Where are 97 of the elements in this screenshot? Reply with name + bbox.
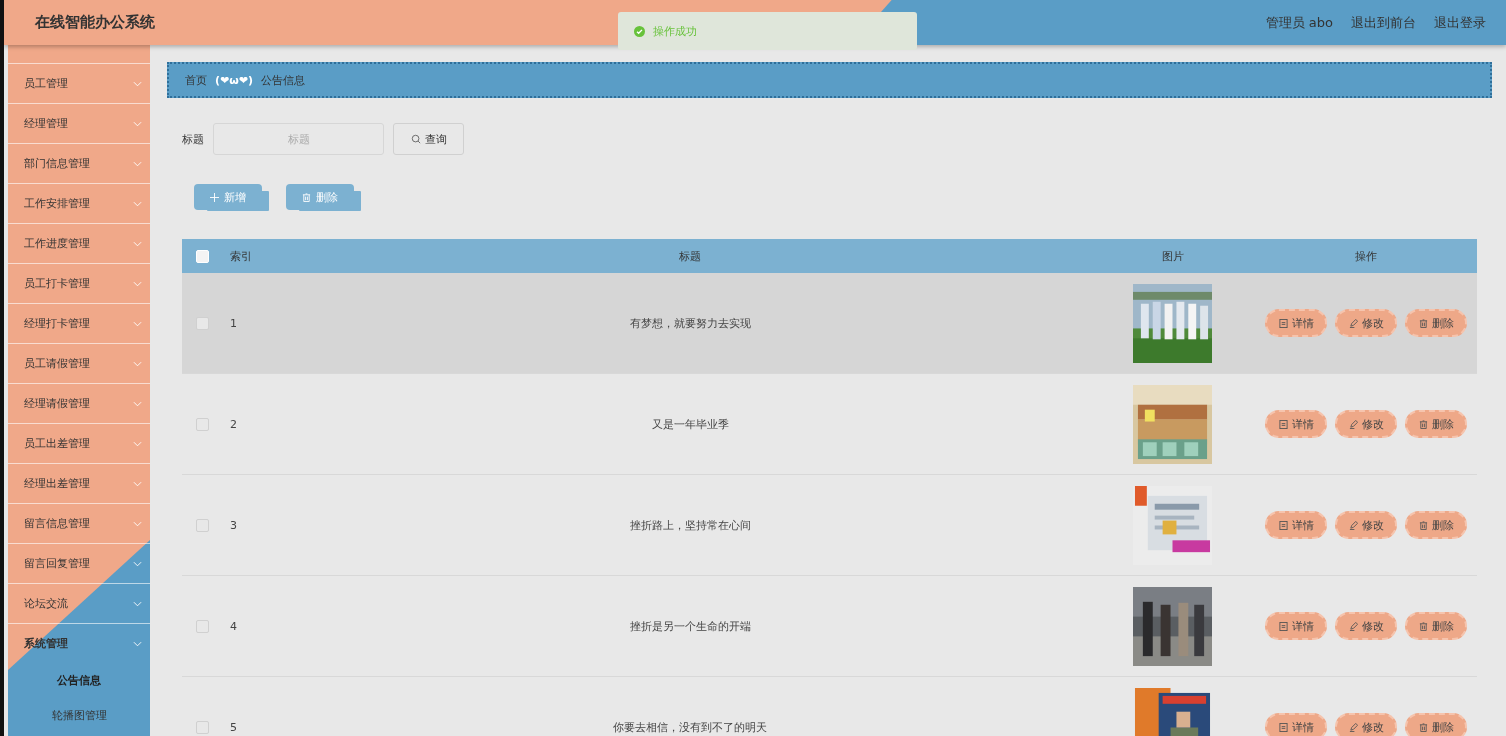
pencil-icon xyxy=(1348,520,1358,530)
chevron-icon xyxy=(133,200,142,207)
app-title: 在线智能办公系统 xyxy=(35,13,155,32)
document-icon xyxy=(1278,520,1288,530)
trash-icon xyxy=(1418,722,1428,732)
trash-icon xyxy=(1418,419,1428,429)
column-header: 图片 xyxy=(1160,248,1185,264)
sidebar-menu-item[interactable]: 系统管理 xyxy=(8,623,150,663)
delete-button[interactable]: 删除 xyxy=(1405,713,1467,736)
trash-icon xyxy=(1418,520,1428,530)
index-cell: 5 xyxy=(230,720,237,734)
title-cell: 又是一年毕业季 xyxy=(651,417,729,431)
breadcrumb-link[interactable]: 首页 xyxy=(185,72,207,88)
sidebar-menu-item[interactable]: 员工出差管理 xyxy=(8,423,150,463)
index-cell: 2 xyxy=(230,417,237,431)
pencil-icon xyxy=(1348,318,1358,328)
delete-button[interactable]: 删除 xyxy=(1405,410,1467,438)
header-link[interactable]: 退出登录 xyxy=(1434,13,1486,32)
search-icon xyxy=(410,134,421,144)
sidebar-menu-item[interactable]: 员工请假管理 xyxy=(8,343,150,383)
chevron-icon xyxy=(133,480,142,487)
chevron-icon xyxy=(133,560,142,567)
chevron-icon xyxy=(133,120,142,127)
index-cell: 4 xyxy=(230,619,237,633)
user-label: 管理员 abo xyxy=(1265,13,1333,32)
row-checkbox[interactable] xyxy=(195,619,209,633)
sidebar-menu-item[interactable]: 经理打卡管理 xyxy=(8,303,150,343)
success-icon xyxy=(634,25,645,37)
trash-icon xyxy=(1418,318,1428,328)
search-label: 标题 xyxy=(182,131,204,147)
edit-button[interactable]: 修改 xyxy=(1335,713,1397,736)
chevron-icon xyxy=(133,80,142,87)
pencil-icon xyxy=(1348,722,1358,732)
sidebar-menu-item[interactable]: 经理管理 xyxy=(8,103,150,143)
chevron-icon xyxy=(133,280,142,287)
submenu-item[interactable]: 公告信息 xyxy=(8,663,150,698)
sidebar-menu-item[interactable]: 员工打卡管理 xyxy=(8,263,150,303)
delete-button[interactable]: 删除 xyxy=(1405,309,1467,337)
row-checkbox[interactable] xyxy=(195,417,209,431)
chevron-icon xyxy=(133,320,142,327)
row-checkbox[interactable] xyxy=(195,720,209,734)
column-header: 索引 xyxy=(229,248,253,264)
chevron-icon xyxy=(133,360,142,367)
sidebar-menu-item[interactable]: 工作进度管理 xyxy=(8,223,150,263)
index-cell: 3 xyxy=(230,518,237,532)
sidebar-menu-item[interactable]: 部门信息管理 xyxy=(8,143,150,183)
detail-button[interactable]: 详情 xyxy=(1265,612,1327,640)
pencil-icon xyxy=(1348,621,1358,631)
search-button[interactable]: 查询 xyxy=(393,123,464,155)
sidebar-menu-item[interactable]: 留言信息管理 xyxy=(8,503,150,543)
chevron-icon xyxy=(133,520,142,527)
chevron-icon xyxy=(133,400,142,407)
column-header: 标题 xyxy=(678,248,702,264)
document-icon xyxy=(1278,419,1288,429)
document-icon xyxy=(1278,621,1288,631)
title-cell: 你要去相信，没有到不了的明天 xyxy=(613,720,767,734)
sidebar-menu-item[interactable]: 留言回复管理 xyxy=(8,543,150,583)
chevron-icon xyxy=(133,240,142,247)
sidebar-menu-item[interactable]: 经理请假管理 xyxy=(8,383,150,423)
title-cell: 有梦想，就要努力去实现 xyxy=(629,316,751,330)
breadcrumb-separator: (❤ω❤) xyxy=(215,73,254,87)
sidebar-menu-item[interactable]: 工作安排管理 xyxy=(8,183,150,223)
detail-button[interactable]: 详情 xyxy=(1265,309,1327,337)
document-icon xyxy=(1278,318,1288,328)
submenu-item[interactable]: 轮播图管理 xyxy=(8,698,150,733)
sidebar-menu-item[interactable]: 员工管理 xyxy=(8,63,150,103)
column-header: 操作 xyxy=(1354,248,1378,264)
title-cell: 挫折是另一个生命的开端 xyxy=(629,619,751,633)
toast-message: 操作成功 xyxy=(653,23,697,39)
sidebar-menu-item[interactable]: 经理出差管理 xyxy=(8,463,150,503)
chevron-icon xyxy=(133,640,142,647)
breadcrumb-current: 公告信息 xyxy=(261,72,306,88)
detail-button[interactable]: 详情 xyxy=(1265,511,1327,539)
header-link[interactable]: 退出到前台 xyxy=(1351,13,1416,32)
detail-button[interactable]: 详情 xyxy=(1265,713,1327,736)
row-checkbox[interactable] xyxy=(195,316,209,330)
edit-button[interactable]: 修改 xyxy=(1335,612,1397,640)
plus-icon xyxy=(210,192,219,202)
index-cell: 1 xyxy=(230,316,237,330)
pencil-icon xyxy=(1348,419,1358,429)
edit-button[interactable]: 修改 xyxy=(1335,511,1397,539)
table-row[interactable]: 1 有梦想，就要努力去实现 详情 修改 删除 xyxy=(182,273,1477,374)
select-all-checkbox[interactable] xyxy=(195,249,209,263)
chevron-icon xyxy=(133,600,142,607)
trash-icon xyxy=(302,192,311,202)
document-icon xyxy=(1278,722,1288,732)
chevron-icon xyxy=(133,440,142,447)
sidebar-menu-item[interactable]: 论坛交流 xyxy=(8,583,150,623)
edit-button[interactable]: 修改 xyxy=(1335,309,1397,337)
title-cell: 挫折路上，坚持常在心间 xyxy=(629,518,751,532)
trash-icon xyxy=(1418,621,1428,631)
edit-button[interactable]: 修改 xyxy=(1335,410,1397,438)
delete-button[interactable]: 删除 xyxy=(1405,612,1467,640)
row-checkbox[interactable] xyxy=(195,518,209,532)
detail-button[interactable]: 详情 xyxy=(1265,410,1327,438)
delete-button[interactable]: 删除 xyxy=(1405,511,1467,539)
chevron-icon xyxy=(133,160,142,167)
